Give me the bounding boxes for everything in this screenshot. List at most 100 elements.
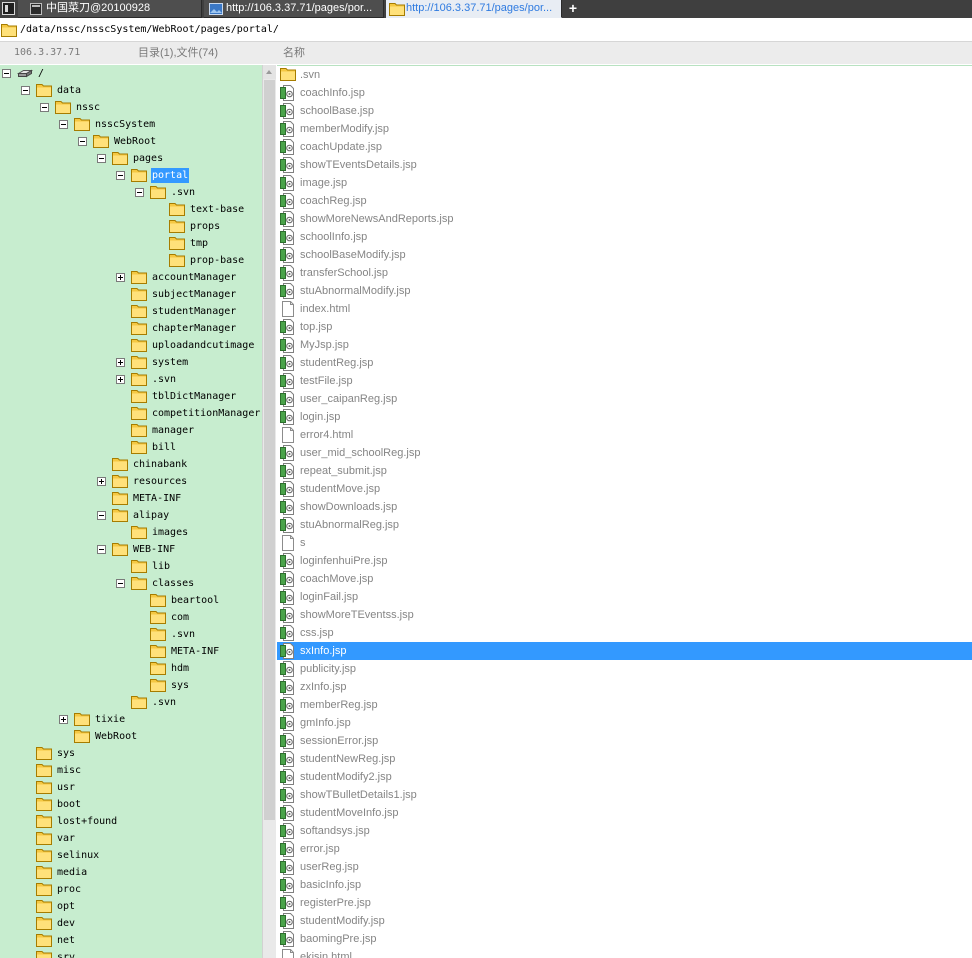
collapse-toggle[interactable] bbox=[21, 86, 30, 95]
expand-toggle[interactable] bbox=[97, 477, 106, 486]
current-path[interactable]: /data/nssc/nsscSystem/WebRoot/pages/port… bbox=[20, 23, 279, 36]
tree-node[interactable]: WebRoot bbox=[0, 133, 262, 150]
file-row[interactable]: userReg.jsp bbox=[277, 858, 972, 876]
file-row[interactable]: stuAbnormalModify.jsp bbox=[277, 282, 972, 300]
tree-node-label[interactable]: selinux bbox=[56, 848, 100, 863]
collapse-toggle[interactable] bbox=[40, 103, 49, 112]
file-row[interactable]: showDownloads.jsp bbox=[277, 498, 972, 516]
tree-node[interactable]: bill bbox=[0, 439, 262, 456]
file-row[interactable]: memberModify.jsp bbox=[277, 120, 972, 138]
collapse-toggle[interactable] bbox=[135, 188, 144, 197]
tree-node[interactable]: .svn bbox=[0, 371, 262, 388]
tree-node[interactable]: opt bbox=[0, 898, 262, 915]
tree-node-label[interactable]: boot bbox=[56, 797, 82, 812]
file-row[interactable]: user_mid_schoolReg.jsp bbox=[277, 444, 972, 462]
tree-node[interactable]: beartool bbox=[0, 592, 262, 609]
tree-node-label[interactable]: media bbox=[56, 865, 88, 880]
tree-node-label[interactable]: .svn bbox=[151, 372, 177, 387]
file-row[interactable]: ekisin.html bbox=[277, 948, 972, 958]
tree-node[interactable]: accountManager bbox=[0, 269, 262, 286]
tree-node-label[interactable]: usr bbox=[56, 780, 76, 795]
tree-node[interactable]: uploadandcutimage bbox=[0, 337, 262, 354]
tree-node-label[interactable]: accountManager bbox=[151, 270, 237, 285]
collapse-toggle[interactable] bbox=[97, 511, 106, 520]
tree-node[interactable]: lost+found bbox=[0, 813, 262, 830]
file-row[interactable]: coachUpdate.jsp bbox=[277, 138, 972, 156]
file-row[interactable]: coachReg.jsp bbox=[277, 192, 972, 210]
file-row[interactable]: coachMove.jsp bbox=[277, 570, 972, 588]
file-row[interactable]: studentModify.jsp bbox=[277, 912, 972, 930]
tree-node[interactable]: / bbox=[0, 65, 262, 82]
tree-node[interactable]: com bbox=[0, 609, 262, 626]
file-row[interactable]: showMoreNewsAndReports.jsp bbox=[277, 210, 972, 228]
file-row[interactable]: memberReg.jsp bbox=[277, 696, 972, 714]
tree-node-label[interactable]: dev bbox=[56, 916, 76, 931]
tree-node-label[interactable]: lib bbox=[151, 559, 171, 574]
tree-node[interactable]: chinabank bbox=[0, 456, 262, 473]
tree-node[interactable]: manager bbox=[0, 422, 262, 439]
tree-node-label[interactable]: bill bbox=[151, 440, 177, 455]
expand-toggle[interactable] bbox=[59, 715, 68, 724]
scrollbar-thumb[interactable] bbox=[264, 80, 275, 820]
tree-node-label[interactable]: META-INF bbox=[132, 491, 182, 506]
file-row[interactable]: studentMoveInfo.jsp bbox=[277, 804, 972, 822]
tree-node[interactable]: tmp bbox=[0, 235, 262, 252]
file-row[interactable]: softandsys.jsp bbox=[277, 822, 972, 840]
tree-node-label[interactable]: beartool bbox=[170, 593, 220, 608]
file-row[interactable]: schoolBase.jsp bbox=[277, 102, 972, 120]
tree-node[interactable]: boot bbox=[0, 796, 262, 813]
tree-node-label[interactable]: WebRoot bbox=[113, 134, 157, 149]
file-row[interactable]: registerPre.jsp bbox=[277, 894, 972, 912]
tree-node-label[interactable]: data bbox=[56, 83, 82, 98]
file-row[interactable]: coachInfo.jsp bbox=[277, 84, 972, 102]
tree-node[interactable]: var bbox=[0, 830, 262, 847]
tree-node-label[interactable]: competitionManager bbox=[151, 406, 261, 421]
tree-node-label[interactable]: alipay bbox=[132, 508, 170, 523]
tree-node-label[interactable]: manager bbox=[151, 423, 195, 438]
tree-node[interactable]: WEB-INF bbox=[0, 541, 262, 558]
file-row[interactable]: top.jsp bbox=[277, 318, 972, 336]
file-row[interactable]: user_caipanReg.jsp bbox=[277, 390, 972, 408]
file-row[interactable]: loginfenhuiPre.jsp bbox=[277, 552, 972, 570]
tree-node[interactable]: lib bbox=[0, 558, 262, 575]
tree-node-label[interactable]: tblDictManager bbox=[151, 389, 237, 404]
tree-node[interactable]: media bbox=[0, 864, 262, 881]
tree-node-label[interactable]: nssc bbox=[75, 100, 101, 115]
tree-node-label[interactable]: sys bbox=[56, 746, 76, 761]
file-row[interactable]: s bbox=[277, 534, 972, 552]
tree-node[interactable]: .svn bbox=[0, 694, 262, 711]
collapse-toggle[interactable] bbox=[2, 69, 11, 78]
tree-node-label[interactable]: META-INF bbox=[170, 644, 220, 659]
file-row[interactable]: image.jsp bbox=[277, 174, 972, 192]
tree-node[interactable]: system bbox=[0, 354, 262, 371]
file-row[interactable]: stuAbnormalReg.jsp bbox=[277, 516, 972, 534]
tree-node-label[interactable]: / bbox=[37, 66, 45, 81]
tree-node[interactable]: data bbox=[0, 82, 262, 99]
tree-node-label[interactable]: .svn bbox=[170, 627, 196, 642]
tree-node[interactable]: srv bbox=[0, 949, 262, 958]
tree-node[interactable]: selinux bbox=[0, 847, 262, 864]
file-row[interactable]: studentNewReg.jsp bbox=[277, 750, 972, 768]
file-row[interactable]: transferSchool.jsp bbox=[277, 264, 972, 282]
tree-node-label[interactable]: opt bbox=[56, 899, 76, 914]
new-tab-button[interactable]: + bbox=[567, 0, 579, 17]
tree-node[interactable]: portal bbox=[0, 167, 262, 184]
tab-file-manager[interactable]: http://106.3.37.71/pages/por... bbox=[386, 0, 562, 18]
tree-node-label[interactable]: portal bbox=[151, 168, 190, 183]
tree-node-label[interactable]: proc bbox=[56, 882, 82, 897]
file-row[interactable]: css.jsp bbox=[277, 624, 972, 642]
tree-node[interactable]: META-INF bbox=[0, 643, 262, 660]
tree-node[interactable]: chapterManager bbox=[0, 320, 262, 337]
file-row[interactable]: zxInfo.jsp bbox=[277, 678, 972, 696]
tree-node[interactable]: prop-base bbox=[0, 252, 262, 269]
tree-node-label[interactable]: net bbox=[56, 933, 76, 948]
tree-node-label[interactable]: sys bbox=[170, 678, 190, 693]
file-row[interactable]: publicity.jsp bbox=[277, 660, 972, 678]
tree-node-label[interactable]: tixie bbox=[94, 712, 126, 727]
tree-node[interactable]: nsscSystem bbox=[0, 116, 262, 133]
tree-node[interactable]: competitionManager bbox=[0, 405, 262, 422]
file-row[interactable]: testFile.jsp bbox=[277, 372, 972, 390]
file-row[interactable]: index.html bbox=[277, 300, 972, 318]
tree-node[interactable]: nssc bbox=[0, 99, 262, 116]
tree-node-label[interactable]: .svn bbox=[170, 185, 196, 200]
